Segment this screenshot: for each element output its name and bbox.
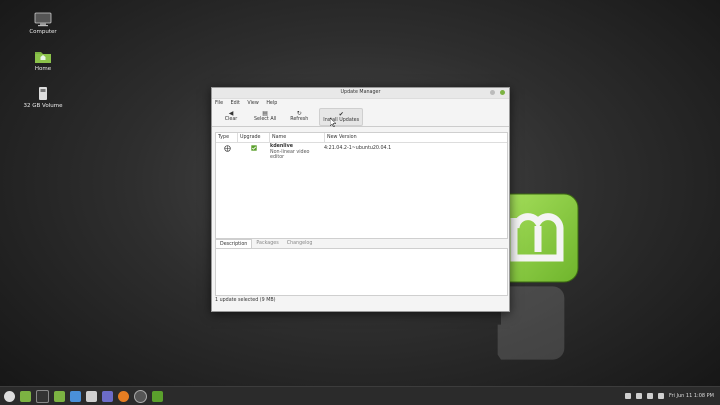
install-updates-button[interactable]: ✔ Install Updates — [319, 108, 364, 126]
software-icon[interactable] — [134, 389, 147, 403]
desktop-icon-home[interactable]: Home — [13, 49, 73, 72]
status-text: 1 update selected (9 MB) — [215, 298, 276, 303]
usb-drive-icon — [39, 87, 47, 100]
text-editor-icon[interactable] — [86, 390, 97, 402]
menubar: File Edit View Help — [212, 99, 509, 108]
computer-icon — [34, 12, 52, 27]
desktop-icon-label: Home — [34, 66, 52, 72]
refresh-button[interactable]: ↻ Refresh — [285, 108, 313, 126]
refresh-icon: ↻ — [296, 110, 302, 117]
refresh-label: Refresh — [290, 117, 309, 122]
upgrade-checkbox[interactable] — [237, 143, 268, 157]
updates-table: Type Upgrade Name New Version kdenlive N… — [215, 132, 508, 239]
clock[interactable]: Fri Jun 11 1:08 PM — [669, 393, 714, 399]
desktop-icon-label: 32 GB Volume — [23, 103, 63, 109]
package-type-icon — [216, 143, 237, 157]
menu-file[interactable]: File — [215, 101, 223, 106]
window-titlebar[interactable]: Update Manager — [212, 88, 509, 99]
update-manager-task-icon[interactable] — [70, 390, 81, 402]
mouse-cursor — [330, 118, 336, 127]
toolbar: ◀ Clear ▤ Select All ↻ Refresh ✔ Install… — [212, 108, 509, 127]
show-desktop-icon[interactable] — [20, 390, 31, 402]
column-header-version[interactable]: New Version — [325, 133, 507, 142]
system-tray: Fri Jun 11 1:08 PM — [624, 387, 714, 405]
details-tabs: Description Packages Changelog — [215, 239, 506, 248]
shield-icon[interactable] — [152, 390, 163, 402]
column-header-upgrade[interactable]: Upgrade — [238, 133, 270, 142]
desktop-icon-computer[interactable]: Computer — [13, 12, 73, 35]
package-name-cell: kdenlive Non-linear video editor — [268, 143, 322, 160]
taskbar: Fri Jun 11 1:08 PM — [0, 386, 720, 405]
update-manager-window: Update Manager File Edit View Help ◀ Cle… — [211, 87, 510, 312]
network-icon[interactable] — [624, 393, 631, 399]
desktop-icon-label: Computer — [29, 29, 57, 35]
updates-shield-icon[interactable] — [635, 393, 642, 399]
menu-view[interactable]: View — [247, 101, 258, 106]
checkmark-icon: ✔ — [338, 111, 344, 118]
terminal-icon[interactable] — [36, 389, 49, 403]
menu-help[interactable]: Help — [266, 101, 277, 106]
install-updates-label: Install Updates — [323, 118, 360, 123]
clear-label: Clear — [224, 117, 238, 122]
home-folder-icon — [35, 52, 51, 63]
minimize-button[interactable] — [490, 90, 495, 95]
tab-description[interactable]: Description — [215, 239, 253, 248]
select-all-button[interactable]: ▤ Select All — [251, 108, 279, 126]
select-all-icon: ▤ — [262, 110, 268, 117]
package-version: 4:21.04.2-1~ubuntu20.04.1 — [324, 146, 392, 151]
files-icon[interactable] — [54, 390, 65, 402]
select-all-label: Select All — [254, 117, 277, 122]
save-icon[interactable] — [102, 390, 113, 402]
menu-icon[interactable] — [4, 390, 15, 402]
package-description: Non-linear video editor — [270, 149, 310, 161]
menu-edit[interactable]: Edit — [231, 101, 240, 106]
column-header-name[interactable]: Name — [270, 133, 325, 142]
battery-icon[interactable] — [657, 393, 664, 399]
clear-icon: ◀ — [228, 110, 234, 117]
tab-packages[interactable]: Packages — [252, 239, 282, 248]
window-title: Update Manager — [340, 90, 381, 95]
firefox-icon[interactable] — [118, 390, 129, 402]
table-header: Type Upgrade Name New Version — [216, 133, 507, 143]
volume-icon[interactable] — [646, 393, 653, 399]
desktop-icon-volume[interactable]: 32 GB Volume — [13, 86, 73, 109]
table-row[interactable]: kdenlive Non-linear video editor 4:21.04… — [216, 143, 507, 160]
column-header-type[interactable]: Type — [216, 133, 238, 142]
tab-changelog[interactable]: Changelog — [283, 239, 317, 248]
clear-button[interactable]: ◀ Clear — [217, 108, 245, 126]
close-button[interactable] — [500, 90, 505, 95]
description-pane — [215, 248, 508, 296]
